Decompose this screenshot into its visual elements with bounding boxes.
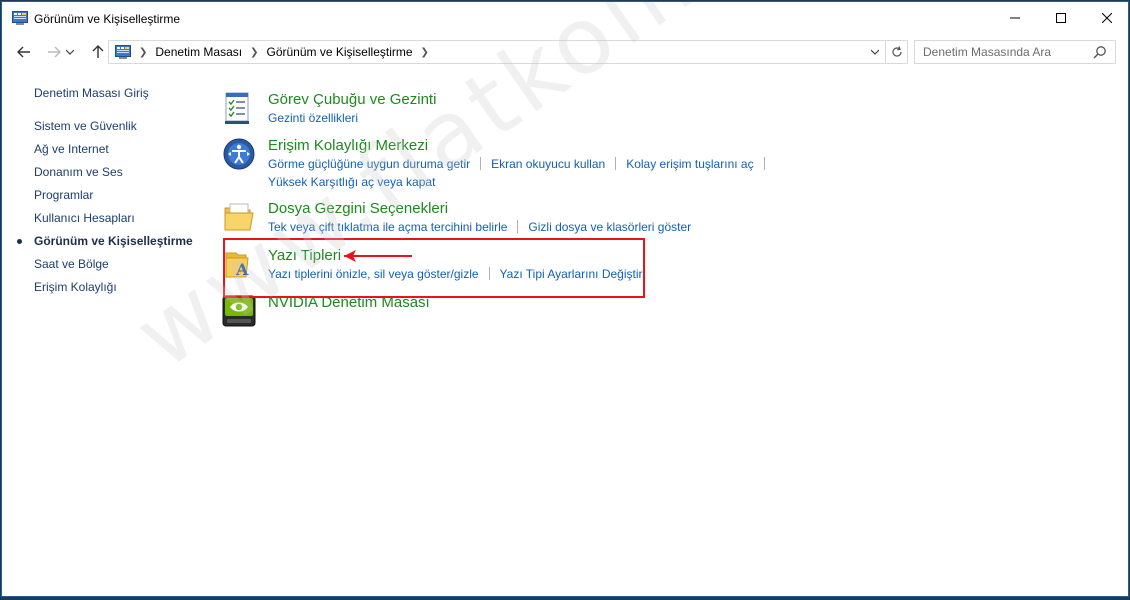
window-title: Görünüm ve Kişiselleştirme (34, 12, 181, 26)
close-button[interactable] (1084, 2, 1130, 34)
control-panel-icon (12, 11, 28, 25)
category-title[interactable]: Erişim Kolaylığı Merkezi (268, 137, 428, 154)
sidebar-item-control-panel-home[interactable]: Denetim Masası Giriş (34, 86, 149, 100)
annotation-arrow-icon (344, 250, 412, 262)
category-links: Tek veya çift tıklatma ile açma tercihin… (268, 220, 691, 234)
task-link[interactable]: Kolay erişim tuşlarını aç (626, 157, 753, 171)
navigation-bar: ❯ Denetim Masası ❯ Görünüm ve Kişiselleş… (2, 37, 1128, 67)
category-links: Yüksek Karşıtlığı aç veya kapat (268, 175, 435, 189)
task-link[interactable]: Ekran okuyucu kullan (491, 157, 605, 171)
sidebar-item-network-internet[interactable]: Ağ ve Internet (34, 142, 109, 156)
chevron-down-icon (871, 49, 879, 55)
search-box[interactable] (914, 40, 1116, 64)
sidebar-item-hardware-sound[interactable]: Donanım ve Ses (34, 165, 123, 179)
task-link[interactable]: Tek veya çift tıklatma ile açma tercihin… (268, 220, 507, 234)
link-separator (517, 220, 519, 233)
breadcrumb-appearance[interactable]: Görünüm ve Kişiselleştirme (266, 45, 412, 59)
ease-of-access-icon[interactable] (222, 137, 256, 171)
close-icon (1102, 13, 1112, 23)
breadcrumb-control-panel[interactable]: Denetim Masası (155, 45, 242, 59)
address-bar[interactable]: ❯ Denetim Masası ❯ Görünüm ve Kişiselleş… (108, 40, 886, 64)
taskbar-checklist-icon[interactable] (222, 91, 256, 125)
chevron-down-icon (66, 49, 74, 55)
task-link[interactable]: Görme güçlüğüne uygun duruma getir (268, 157, 470, 171)
search-input[interactable] (915, 41, 1085, 63)
recent-locations-button[interactable] (64, 43, 76, 61)
up-arrow-icon (92, 45, 104, 58)
up-button[interactable] (88, 43, 108, 61)
address-dropdown-button[interactable] (867, 44, 883, 60)
minimize-icon (1010, 17, 1020, 19)
nvidia-icon[interactable] (222, 294, 256, 328)
sidebar-item-appearance[interactable]: Görünüm ve Kişiselleştirme (34, 234, 193, 248)
maximize-icon (1056, 13, 1066, 23)
minimize-button[interactable] (992, 2, 1038, 34)
refresh-button[interactable] (886, 40, 908, 64)
link-separator (763, 157, 765, 170)
refresh-icon (891, 46, 902, 57)
search-icon[interactable] (1093, 45, 1107, 59)
category-title[interactable]: Dosya Gezgini Seçenekleri (268, 200, 448, 217)
sidebar-item-clock-region[interactable]: Saat ve Bölge (34, 257, 109, 271)
forward-button[interactable] (44, 43, 64, 61)
sidebar-item-user-accounts[interactable]: Kullanıcı Hesapları (34, 211, 135, 225)
current-item-bullet-icon (17, 239, 22, 244)
back-arrow-icon (17, 46, 30, 58)
category-links: Görme güçlüğüne uygun duruma getir Ekran … (268, 157, 775, 171)
folder-options-icon[interactable] (222, 200, 256, 234)
maximize-button[interactable] (1038, 2, 1084, 34)
link-separator (615, 157, 617, 170)
sidebar-item-programs[interactable]: Programlar (34, 188, 93, 202)
forward-arrow-icon (48, 46, 61, 58)
breadcrumb-separator-icon[interactable]: ❯ (421, 47, 429, 58)
task-link[interactable]: Yüksek Karşıtlığı aç veya kapat (268, 175, 435, 189)
back-button[interactable] (14, 43, 34, 61)
watermark: www.flatkolik.net (2, 2, 1130, 598)
breadcrumb-separator-icon[interactable]: ❯ (250, 47, 258, 58)
link-separator (480, 157, 482, 170)
sidebar-item-system-security[interactable]: Sistem ve Güvenlik (34, 119, 137, 133)
task-link[interactable]: Gezinti özellikleri (268, 111, 358, 125)
category-title[interactable]: Görev Çubuğu ve Gezinti (268, 91, 436, 108)
sidebar-item-ease-of-access[interactable]: Erişim Kolaylığı (34, 280, 117, 294)
title-bar: Görünüm ve Kişiselleştirme (2, 2, 1128, 34)
highlight-box (223, 238, 645, 298)
task-link[interactable]: Gizli dosya ve klasörleri göster (528, 220, 691, 234)
control-panel-icon (115, 45, 131, 59)
breadcrumb-separator-icon[interactable]: ❯ (139, 47, 147, 58)
category-links: Gezinti özellikleri (268, 111, 358, 125)
control-panel-window: Görünüm ve Kişiselleştirme ❯ Denetim Mas… (1, 1, 1129, 597)
